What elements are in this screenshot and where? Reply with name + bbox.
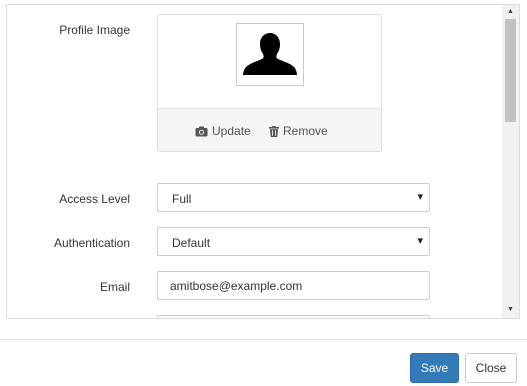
access-level-label: Access Level xyxy=(59,192,130,206)
scrollbar-thumb[interactable] xyxy=(505,19,516,122)
close-button[interactable]: Close xyxy=(465,353,517,383)
update-label: Update xyxy=(212,124,251,138)
access-level-select[interactable]: Full ▾ xyxy=(157,183,430,212)
user-silhouette-icon xyxy=(243,33,297,75)
save-button[interactable]: Save xyxy=(410,353,459,383)
email-field[interactable] xyxy=(157,271,430,300)
modal-body-scroll-panel: Profile Image Update Remove Access Level… xyxy=(6,4,520,319)
camera-icon xyxy=(195,126,208,136)
trash-icon xyxy=(269,125,279,137)
profile-image-actions: Update Remove xyxy=(158,108,381,151)
authentication-value: Default xyxy=(172,236,211,250)
caret-down-icon: ▾ xyxy=(417,235,423,247)
vertical-scrollbar[interactable]: ▲ ▼ xyxy=(502,5,519,318)
remove-label: Remove xyxy=(283,124,328,138)
access-level-value: Full xyxy=(172,192,192,206)
email-label: Email xyxy=(99,280,130,294)
next-field-partial[interactable] xyxy=(157,315,430,318)
avatar xyxy=(236,23,304,86)
update-photo-button[interactable]: Update xyxy=(195,124,251,138)
remove-photo-button[interactable]: Remove xyxy=(269,124,328,138)
footer-divider xyxy=(0,339,527,340)
authentication-select[interactable]: Default ▾ xyxy=(157,227,430,256)
caret-down-icon: ▾ xyxy=(417,191,423,203)
scroll-up-icon[interactable]: ▲ xyxy=(507,8,514,15)
profile-image-card: Update Remove xyxy=(157,14,382,152)
profile-image-label: Profile Image xyxy=(59,23,130,37)
scroll-down-icon[interactable]: ▼ xyxy=(507,306,514,313)
authentication-label: Authentication xyxy=(53,236,130,250)
